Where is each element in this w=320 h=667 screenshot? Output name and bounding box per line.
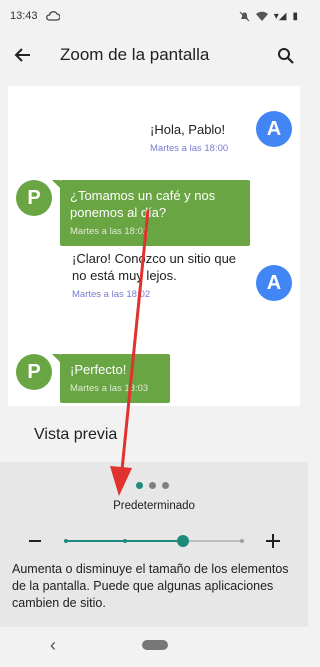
avatar-p: P [16,180,52,216]
status-time: 13:43 [10,10,38,22]
message-incoming: ¡Perfecto! Martes a las 18:03 [52,354,170,404]
page-title: Zoom de la pantalla [60,45,210,64]
zoom-in-button[interactable] [260,528,286,554]
plus-icon [266,534,280,548]
message-text: ¿Tomamos un café y nos ponemos al día? [70,188,216,220]
zoom-out-button[interactable] [22,528,48,554]
message-time: Martes a las 18:00 [150,142,229,154]
avatar-a: A [256,265,292,301]
message-time: Martes a las 18:02 [72,288,151,300]
zoom-description: Aumenta o disminuye el tamaño de los ele… [12,562,289,610]
message-outgoing: ¡Hola, Pablo! Martes a las 18:00 [150,122,250,155]
minus-icon [29,540,41,542]
message-incoming: ¿Tomamos un café y nos ponemos al día? M… [52,180,250,247]
preview-label: Vista previa [34,426,118,443]
page-dot[interactable] [149,482,156,489]
avatar-a: A [256,111,292,147]
message-time: Martes a las 18:03 [70,382,149,394]
slider-tick [64,539,68,543]
slider-tick [240,539,244,543]
message-time: Martes a las 18:01 [70,225,149,237]
signal-icon: ▾◢ [273,10,287,22]
navigation-bar: ‹ [0,627,308,667]
avatar-p: P [16,354,52,390]
page-dot[interactable] [162,482,169,489]
nav-back-button[interactable]: ‹ [50,635,56,656]
notifications-off-icon [239,11,250,21]
battery-icon: ▮ [292,10,298,22]
slider-track [183,540,242,542]
message-text: ¡Perfecto! [70,362,127,377]
preview-card: ¡Hola, Pablo! Martes a las 18:00 A P ¿To… [8,86,300,406]
search-icon [277,47,294,64]
back-button[interactable] [0,32,46,78]
page-dot[interactable] [136,482,143,489]
nav-home-button[interactable] [142,640,168,650]
page-indicator [136,482,169,489]
cloud-icon [45,11,60,21]
status-bar: 13:43 ▾◢ ▮ [0,0,308,32]
status-icons: ▾◢ ▮ [239,11,298,22]
arrow-back-icon [14,48,30,62]
message-outgoing: ¡Claro! Conozco un sitio que no está muy… [72,251,252,301]
zoom-level-label: Predeterminado [113,500,195,512]
search-button[interactable] [270,40,300,70]
zoom-slider[interactable] [64,535,244,547]
message-text: ¡Hola, Pablo! [150,122,226,137]
message-text: ¡Claro! Conozco un sitio que no está muy… [72,251,237,283]
slider-tick [122,539,127,543]
wifi-icon [255,11,268,21]
app-bar: Zoom de la pantalla [0,32,308,78]
